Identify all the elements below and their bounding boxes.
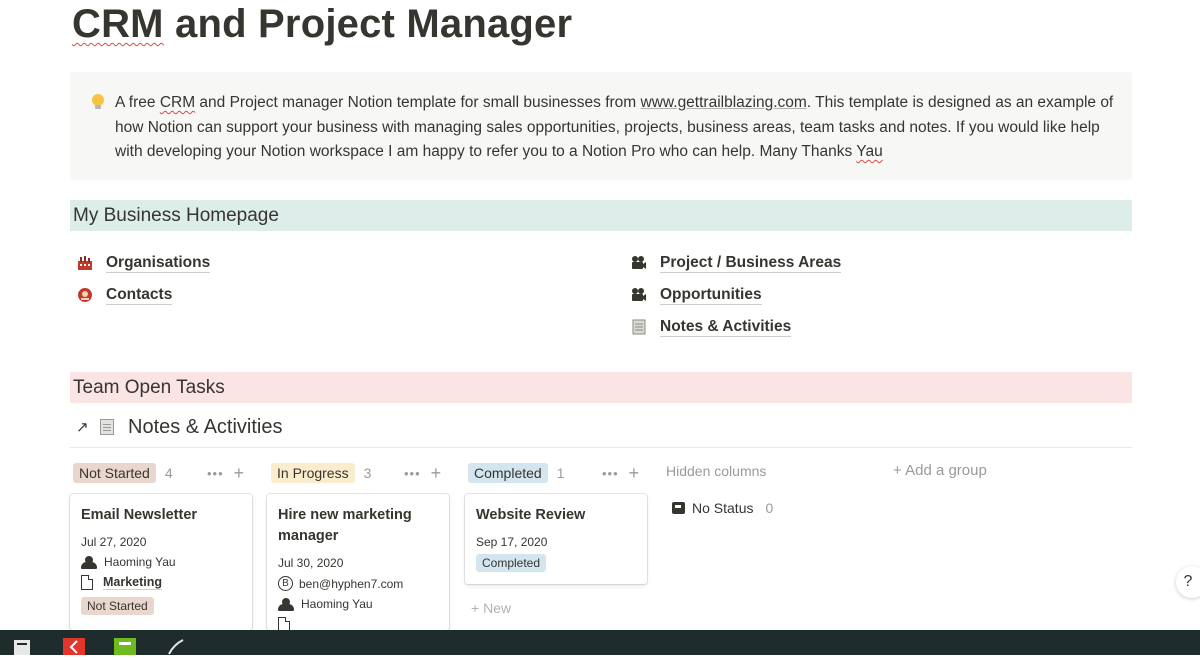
- page-title[interactable]: CRM and Project Manager: [72, 2, 572, 47]
- status-badge: Not Started: [81, 597, 154, 615]
- notepad-icon: [630, 318, 648, 336]
- card-website-review[interactable]: Website Review Sep 17, 2020 Completed: [465, 494, 647, 584]
- linked-arrow-icon: ↗: [76, 419, 89, 436]
- add-group-button[interactable]: + Add a group: [893, 462, 987, 479]
- lightbulb-icon: [92, 94, 104, 110]
- column-header-in-progress[interactable]: In Progress 3: [271, 462, 371, 484]
- card-person: Haoming Yau: [278, 597, 439, 611]
- new-card-button[interactable]: + New: [471, 600, 511, 616]
- card-email[interactable]: Bben@hyphen7.com: [278, 576, 439, 591]
- column-actions-in-progress: ••• +: [404, 462, 441, 484]
- database-title[interactable]: Notes & Activities: [128, 416, 283, 439]
- notepad-icon: [100, 419, 114, 435]
- callout-text[interactable]: A free CRM and Project manager Notion te…: [115, 91, 1115, 165]
- taskbar: [0, 630, 1200, 655]
- file-explorer-icon[interactable]: [12, 638, 34, 655]
- more-icon[interactable]: •••: [207, 466, 224, 481]
- avatar: [81, 555, 97, 569]
- card-relation: [278, 617, 439, 630]
- column-header-completed[interactable]: Completed 1: [468, 462, 565, 484]
- app-red-icon[interactable]: [63, 638, 85, 655]
- link-contacts[interactable]: Contacts: [76, 283, 173, 307]
- film-camera-icon: [630, 286, 648, 304]
- column-actions-not-started: ••• +: [207, 462, 244, 484]
- card-email-newsletter[interactable]: Email Newsletter Jul 27, 2020 Haoming Ya…: [70, 494, 252, 630]
- card-relation[interactable]: Marketing: [81, 575, 242, 590]
- film-camera-icon: [630, 254, 648, 272]
- link-opportunities[interactable]: Opportunities: [630, 283, 762, 307]
- no-status-group[interactable]: No Status 0: [672, 500, 773, 516]
- page-icon: [81, 575, 93, 590]
- column-actions-completed: ••• +: [602, 462, 639, 484]
- card-hire-marketing-manager[interactable]: Hire new marketing manager Jul 30, 2020 …: [267, 494, 449, 630]
- add-icon[interactable]: +: [431, 463, 442, 484]
- link-project-business-areas[interactable]: Project / Business Areas: [630, 251, 842, 275]
- link-organisations[interactable]: Organisations: [76, 251, 211, 275]
- linked-database-header[interactable]: ↗ Notes & Activities: [76, 413, 283, 441]
- intro-callout: A free CRM and Project manager Notion te…: [70, 72, 1132, 180]
- hidden-columns-label: Hidden columns: [666, 463, 767, 479]
- avatar: [278, 597, 294, 611]
- inbox-icon: [672, 502, 685, 514]
- factory-icon: [76, 254, 94, 272]
- add-icon[interactable]: +: [234, 463, 245, 484]
- page-icon: [278, 617, 290, 630]
- status-badge: Completed: [476, 554, 547, 572]
- more-icon[interactable]: •••: [404, 466, 421, 481]
- add-icon[interactable]: +: [629, 463, 640, 484]
- card-person: Haoming Yau: [81, 555, 242, 569]
- section-my-business-homepage: My Business Homepage: [70, 200, 1132, 231]
- link-notes-activities[interactable]: Notes & Activities: [630, 315, 792, 339]
- email-letter-icon: B: [278, 576, 293, 591]
- app-feather-icon[interactable]: [165, 638, 187, 655]
- contacts-icon: [76, 286, 94, 304]
- help-button[interactable]: ?: [1176, 566, 1200, 598]
- website-link[interactable]: www.gettrailblazing.com: [641, 94, 807, 111]
- divider: [70, 447, 1132, 448]
- app-green-icon[interactable]: [114, 638, 136, 655]
- column-header-not-started[interactable]: Not Started 4: [73, 462, 173, 484]
- section-team-open-tasks: Team Open Tasks: [70, 372, 1132, 403]
- more-icon[interactable]: •••: [602, 466, 619, 481]
